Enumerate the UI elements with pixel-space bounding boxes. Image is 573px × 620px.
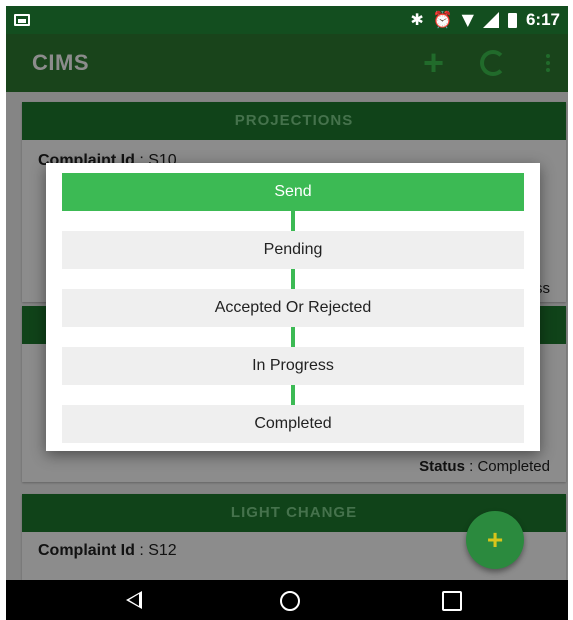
navigation-bar: [6, 580, 568, 620]
status-progress-dialog: Send Pending Accepted Or Rejected In Pro…: [46, 163, 540, 451]
signal-icon: [482, 12, 499, 28]
step-send[interactable]: Send: [62, 173, 524, 211]
step-connector: [291, 211, 295, 231]
status-icons: ✱ ⏰ ▼ 6:17: [410, 10, 560, 30]
step-connector: [291, 327, 295, 347]
phone-screen: ✱ ⏰ ▼ 6:17 CIMS + PROJECTIONS Complaint …: [6, 6, 568, 620]
alarm-icon: ⏰: [432, 10, 453, 29]
step-accepted-or-rejected[interactable]: Accepted Or Rejected: [62, 289, 524, 327]
clock: 6:17: [525, 10, 560, 29]
bluetooth-icon: ✱: [410, 10, 424, 29]
step-connector: [291, 385, 295, 405]
add-complaint-fab[interactable]: +: [466, 511, 524, 569]
home-icon[interactable]: [280, 591, 300, 611]
battery-icon: [507, 12, 517, 28]
status-bar: ✱ ⏰ ▼ 6:17: [6, 6, 568, 34]
recent-apps-icon[interactable]: [442, 591, 462, 611]
step-pending[interactable]: Pending: [62, 231, 524, 269]
wifi-icon: ▼: [461, 10, 474, 29]
back-icon[interactable]: [126, 591, 142, 609]
step-connector: [291, 269, 295, 289]
step-in-progress[interactable]: In Progress: [62, 347, 524, 385]
image-notification-icon: [14, 14, 30, 26]
step-completed[interactable]: Completed: [62, 405, 524, 443]
